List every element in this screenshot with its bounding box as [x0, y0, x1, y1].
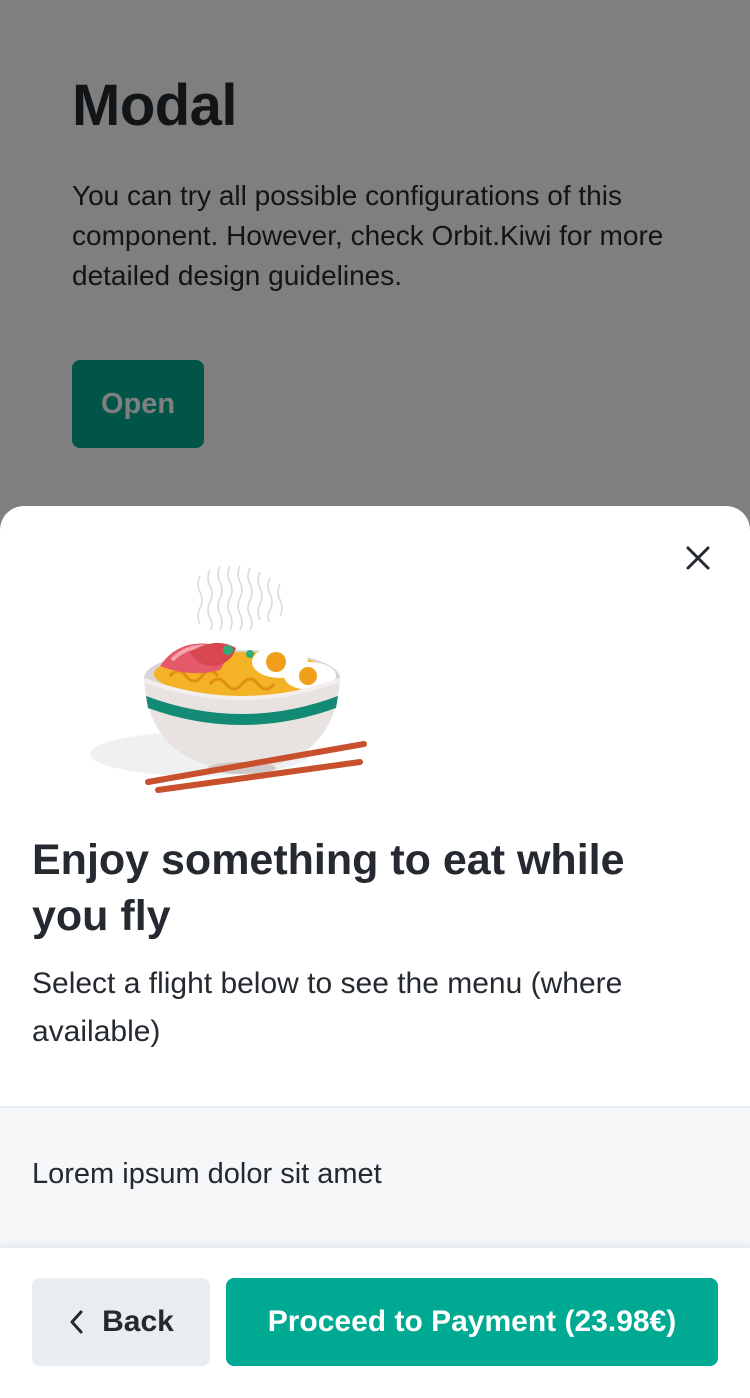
chevron-left-icon — [70, 1310, 83, 1334]
proceed-to-payment-button[interactable]: Proceed to Payment (23.98€) — [226, 1278, 718, 1366]
back-button[interactable]: Back — [32, 1278, 210, 1366]
close-button[interactable] — [672, 532, 724, 584]
back-button-label: Back — [102, 1305, 174, 1338]
section-text: Lorem ipsum dolor sit amet — [32, 1158, 382, 1190]
noodle-bowl-illustration — [90, 565, 367, 793]
modal-description: Select a flight below to see the menu (w… — [32, 967, 623, 1048]
modal-title: Enjoy something to eat while you fly — [32, 836, 625, 940]
close-icon — [686, 546, 710, 570]
